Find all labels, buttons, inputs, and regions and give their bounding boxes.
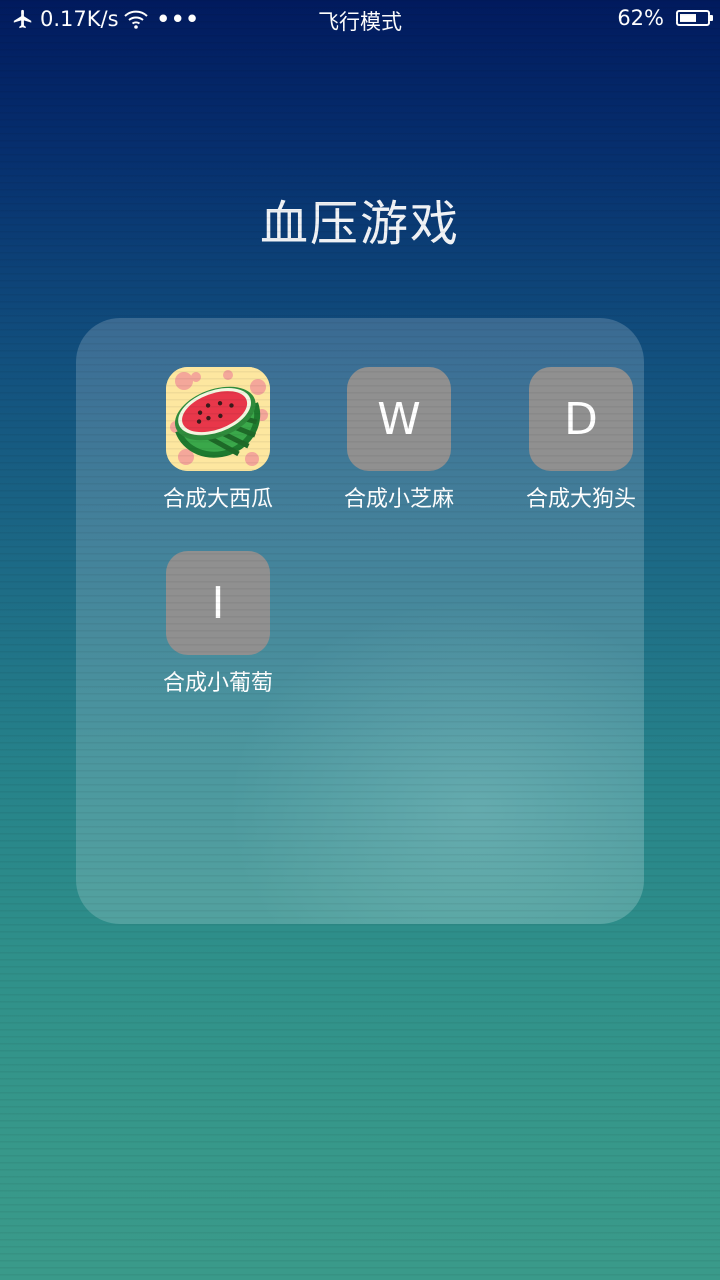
app-label: 合成大西瓜 bbox=[162, 487, 273, 512]
app-hechengxiaozhima[interactable]: W 合成小芝麻 bbox=[307, 367, 487, 517]
app-hechengxiaoputao[interactable]: I 合成小葡萄 bbox=[126, 551, 306, 701]
letter-icon[interactable]: W bbox=[347, 367, 451, 471]
battery-level-fill bbox=[680, 14, 697, 22]
airplane-mode-label: 飞行模式 bbox=[318, 10, 402, 34]
letter-icon[interactable]: D bbox=[529, 367, 633, 471]
app-hechengdaxigua[interactable]: 合成大西瓜 bbox=[126, 367, 306, 517]
status-bar: 0.17K/s ••• 飞行模式 62% bbox=[0, 0, 720, 38]
app-folder-panel: 合成大西瓜 W 合成小芝麻 D 合成大狗头 I 合成小葡萄 bbox=[76, 318, 644, 924]
app-hechengdagoutou[interactable]: D 合成大狗头 bbox=[489, 367, 644, 517]
battery-icon bbox=[676, 10, 713, 26]
status-bar-right: 62% bbox=[617, 6, 713, 30]
app-label: 合成大狗头 bbox=[525, 487, 636, 512]
battery-percent: 62% bbox=[617, 6, 664, 30]
app-label: 合成小葡萄 bbox=[162, 671, 273, 696]
watermelon-icon[interactable] bbox=[166, 367, 270, 471]
letter-icon[interactable]: I bbox=[166, 551, 270, 655]
folder-title[interactable]: 血压游戏 bbox=[0, 184, 720, 254]
app-label: 合成小芝麻 bbox=[343, 487, 454, 512]
